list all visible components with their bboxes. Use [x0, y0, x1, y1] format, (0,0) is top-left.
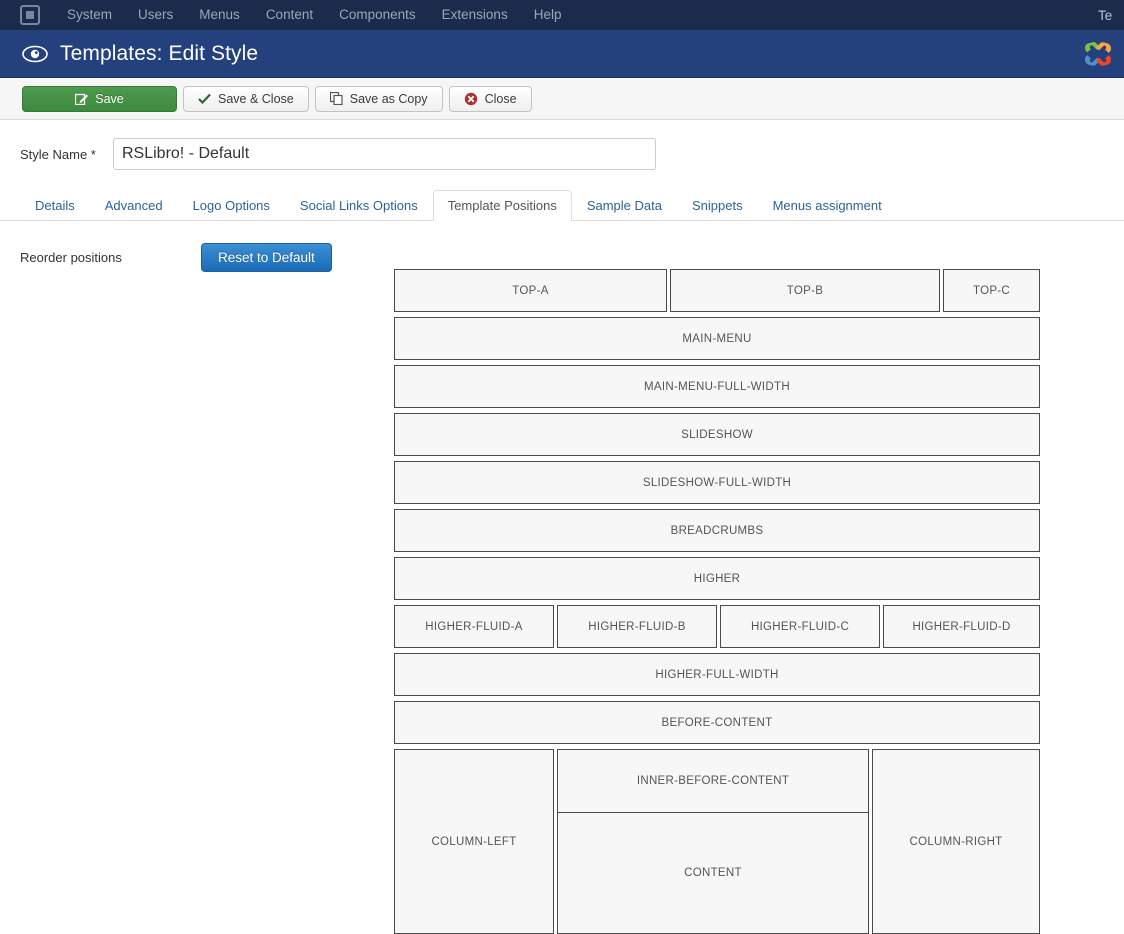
- menu-item-components[interactable]: Components: [326, 0, 429, 30]
- position-higher-full-width[interactable]: HIGHER-FULL-WIDTH: [394, 653, 1040, 696]
- tab-strip: Details Advanced Logo Options Social Lin…: [0, 190, 1124, 221]
- admin-menu-bar: System Users Menus Content Components Ex…: [0, 0, 1124, 30]
- admin-menu: System Users Menus Content Components Ex…: [54, 0, 574, 30]
- style-name-input[interactable]: [113, 138, 656, 170]
- menu-item-menus[interactable]: Menus: [186, 0, 253, 30]
- position-higher-fluid-b[interactable]: HIGHER-FLUID-B: [557, 605, 717, 648]
- positions-row-main-menu: MAIN-MENU: [394, 317, 1040, 360]
- position-column-right[interactable]: COLUMN-RIGHT: [872, 749, 1040, 934]
- menu-item-system[interactable]: System: [54, 0, 125, 30]
- menu-item-content[interactable]: Content: [253, 0, 326, 30]
- template-positions-grid: TOP-A TOP-B TOP-C MAIN-MENU MAIN-MENU-FU…: [394, 269, 1040, 934]
- position-top-b[interactable]: TOP-B: [670, 269, 940, 312]
- position-main-menu-full-width[interactable]: MAIN-MENU-FULL-WIDTH: [394, 365, 1040, 408]
- positions-row-slideshow: SLIDESHOW: [394, 413, 1040, 456]
- style-name-label: Style Name *: [20, 146, 96, 162]
- positions-content-block: COLUMN-LEFT INNER-BEFORE-CONTENT CONTENT…: [394, 749, 1040, 934]
- position-higher-fluid-a[interactable]: HIGHER-FLUID-A: [394, 605, 554, 648]
- site-name-label[interactable]: Te: [1098, 8, 1120, 23]
- copy-icon: [329, 92, 343, 105]
- positions-row-top: TOP-A TOP-B TOP-C: [394, 269, 1040, 312]
- positions-row-higher-fluid: HIGHER-FLUID-A HIGHER-FLUID-B HIGHER-FLU…: [394, 605, 1040, 648]
- position-top-a[interactable]: TOP-A: [394, 269, 667, 312]
- positions-row-breadcrumbs: BREADCRUMBS: [394, 509, 1040, 552]
- save-as-copy-label: Save as Copy: [349, 91, 428, 106]
- reorder-positions-label: Reorder positions: [20, 250, 122, 265]
- joomla-grid-icon[interactable]: [20, 5, 40, 25]
- position-inner-before-content[interactable]: INNER-BEFORE-CONTENT: [557, 749, 869, 813]
- positions-center-column: INNER-BEFORE-CONTENT CONTENT: [557, 749, 869, 934]
- close-button[interactable]: Close: [448, 85, 532, 112]
- pencil-square-icon: [75, 92, 89, 105]
- page-title-bar: Templates: Edit Style: [0, 30, 1124, 78]
- position-higher[interactable]: HIGHER: [394, 557, 1040, 600]
- position-breadcrumbs[interactable]: BREADCRUMBS: [394, 509, 1040, 552]
- position-slideshow-full-width[interactable]: SLIDESHOW-FULL-WIDTH: [394, 461, 1040, 504]
- tab-sample-data[interactable]: Sample Data: [572, 190, 677, 221]
- save-and-close-label: Save & Close: [218, 91, 294, 106]
- style-name-row: Style Name *: [0, 120, 1124, 170]
- reset-to-default-button[interactable]: Reset to Default: [201, 243, 332, 272]
- reorder-positions-row: Reorder positions Reset to Default: [0, 221, 1124, 272]
- position-content[interactable]: CONTENT: [557, 813, 869, 934]
- page-title: Templates: Edit Style: [60, 41, 259, 65]
- joomla-logo-icon: [1080, 36, 1116, 72]
- tab-advanced[interactable]: Advanced: [90, 190, 178, 221]
- position-main-menu[interactable]: MAIN-MENU: [394, 317, 1040, 360]
- eye-icon: [22, 45, 48, 63]
- tab-logo-options[interactable]: Logo Options: [178, 190, 285, 221]
- tab-template-positions[interactable]: Template Positions: [432, 190, 572, 221]
- position-higher-fluid-d[interactable]: HIGHER-FLUID-D: [883, 605, 1040, 648]
- close-button-label: Close: [484, 91, 517, 106]
- position-top-c[interactable]: TOP-C: [943, 269, 1040, 312]
- close-circle-icon: [464, 92, 478, 106]
- position-slideshow[interactable]: SLIDESHOW: [394, 413, 1040, 456]
- menu-item-users[interactable]: Users: [125, 0, 186, 30]
- admin-bar-right: Te: [1098, 0, 1124, 30]
- positions-row-higher-full-width: HIGHER-FULL-WIDTH: [394, 653, 1040, 696]
- positions-row-before-content: BEFORE-CONTENT: [394, 701, 1040, 744]
- position-higher-fluid-c[interactable]: HIGHER-FLUID-C: [720, 605, 880, 648]
- position-column-left[interactable]: COLUMN-LEFT: [394, 749, 554, 934]
- tab-snippets[interactable]: Snippets: [677, 190, 758, 221]
- menu-item-extensions[interactable]: Extensions: [429, 0, 521, 30]
- check-icon: [198, 93, 211, 105]
- editor-toolbar: Save Save & Close Save as Copy Close: [0, 78, 1124, 120]
- tab-details[interactable]: Details: [20, 190, 90, 221]
- save-and-close-button[interactable]: Save & Close: [183, 85, 309, 112]
- tab-menus-assignment[interactable]: Menus assignment: [758, 190, 897, 221]
- positions-row-slideshow-full-width: SLIDESHOW-FULL-WIDTH: [394, 461, 1040, 504]
- menu-item-help[interactable]: Help: [521, 0, 575, 30]
- save-as-copy-button[interactable]: Save as Copy: [314, 85, 443, 112]
- save-button-label: Save: [95, 91, 124, 106]
- position-before-content[interactable]: BEFORE-CONTENT: [394, 701, 1040, 744]
- save-button[interactable]: Save: [22, 85, 177, 112]
- positions-row-higher: HIGHER: [394, 557, 1040, 600]
- positions-row-main-menu-full-width: MAIN-MENU-FULL-WIDTH: [394, 365, 1040, 408]
- tab-social-links-options[interactable]: Social Links Options: [285, 190, 433, 221]
